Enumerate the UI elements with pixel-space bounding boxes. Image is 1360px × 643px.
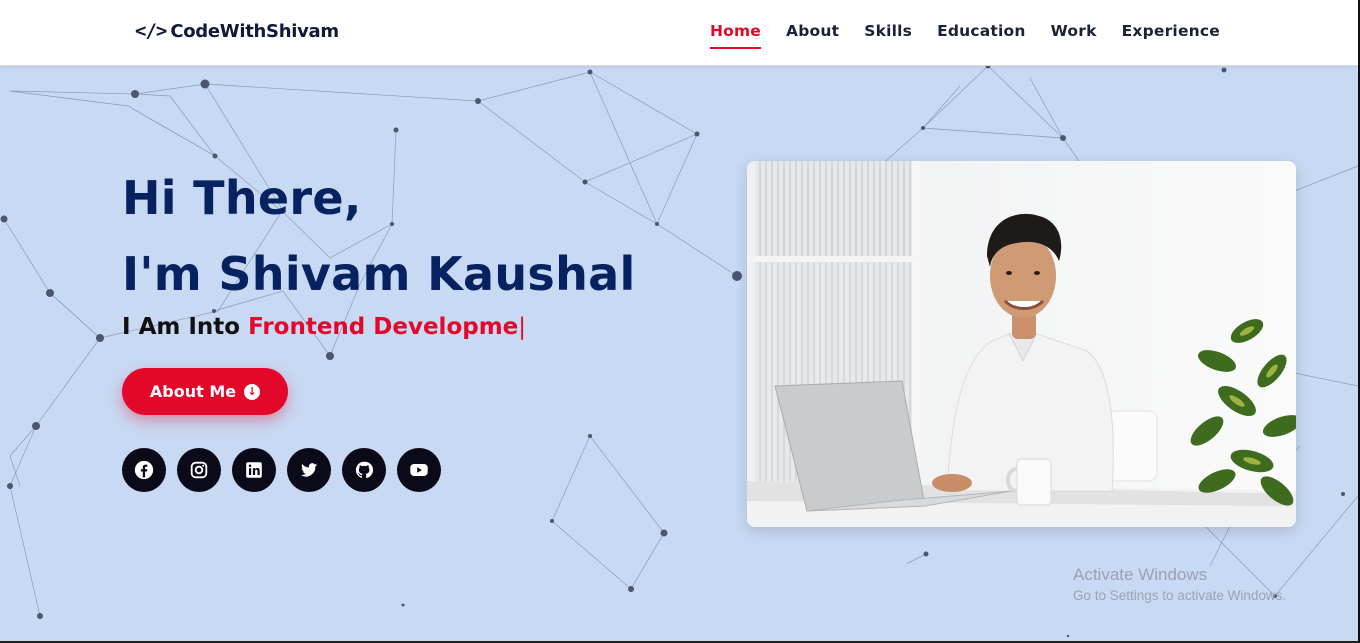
greeting-line-1: Hi There, xyxy=(122,171,362,225)
github-link[interactable] xyxy=(342,448,386,492)
code-icon: </> xyxy=(135,20,167,42)
youtube-link[interactable] xyxy=(397,448,441,492)
watermark-title: Activate Windows xyxy=(1073,565,1208,584)
profile-photo xyxy=(747,161,1296,527)
instagram-link[interactable] xyxy=(177,448,221,492)
nav-work[interactable]: Work xyxy=(1051,22,1097,49)
youtube-icon xyxy=(410,464,428,476)
nav-experience[interactable]: Experience xyxy=(1122,22,1220,49)
watermark-subtitle: Go to Settings to activate Windows. xyxy=(1073,588,1287,603)
facebook-icon xyxy=(134,460,154,480)
facebook-link[interactable] xyxy=(122,448,166,492)
linkedin-link[interactable] xyxy=(232,448,276,492)
twitter-link[interactable] xyxy=(287,448,331,492)
social-links xyxy=(122,448,441,492)
nav-home[interactable]: Home xyxy=(709,22,762,49)
greeting-line-2: I'm Shivam Kaushal xyxy=(122,247,636,301)
twitter-icon xyxy=(300,463,318,477)
role-prefix: I Am Into xyxy=(122,314,249,340)
brand-name: CodeWithShivam xyxy=(170,20,339,42)
github-icon xyxy=(355,461,374,478)
site-header: </> CodeWithShivam Home About Skills Edu… xyxy=(0,0,1358,66)
main-nav: Home About Skills Education Work Experie… xyxy=(709,22,1220,49)
instagram-icon xyxy=(190,461,208,479)
hero-heading: Hi There, I'm Shivam Kaushal xyxy=(122,160,636,312)
activate-windows-watermark: Activate Windows Go to Settings to activ… xyxy=(1073,565,1286,603)
linkedin-icon xyxy=(246,462,262,478)
brand-logo[interactable]: </> CodeWithShivam xyxy=(135,20,339,42)
about-me-label: About Me xyxy=(149,382,237,401)
office-portrait-image xyxy=(747,161,1296,527)
role-typewriter: I Am Into Frontend Developme| xyxy=(122,314,526,340)
about-me-button[interactable]: About Me ↓ xyxy=(122,368,288,415)
nav-education[interactable]: Education xyxy=(937,22,1026,49)
typing-caret: | xyxy=(518,314,527,340)
nav-about[interactable]: About xyxy=(786,22,839,49)
arrow-down-circle-icon: ↓ xyxy=(244,383,261,400)
role-typed-text: Frontend Developme xyxy=(248,314,519,340)
nav-skills[interactable]: Skills xyxy=(864,22,912,49)
